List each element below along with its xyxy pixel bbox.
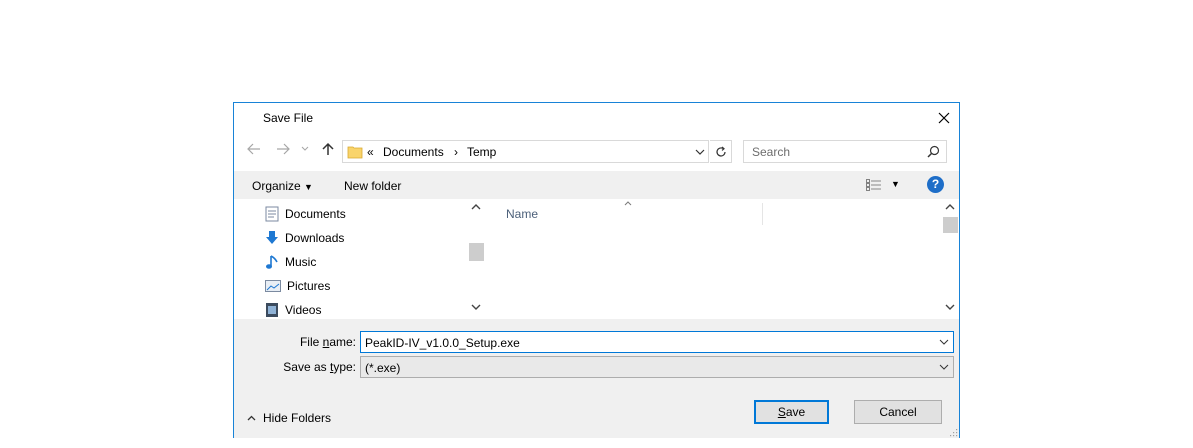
sidebar-item-pictures[interactable]: Pictures xyxy=(265,276,330,296)
command-toolbar: Organize ▼ New folder ▼ ? xyxy=(234,171,959,199)
scroll-down-icon[interactable] xyxy=(945,303,955,311)
recent-locations-button[interactable] xyxy=(300,140,310,158)
breadcrumb-temp[interactable]: Temp xyxy=(467,145,496,159)
refresh-button[interactable] xyxy=(710,140,732,163)
scroll-up-icon[interactable] xyxy=(945,203,955,211)
hide-folders-button[interactable]: Hide Folders xyxy=(247,411,331,425)
scroll-down-icon[interactable] xyxy=(471,303,481,311)
chevron-down-icon xyxy=(301,146,309,151)
breadcrumb-separator: › xyxy=(454,145,458,159)
save-form: File name: PeakID-IV_v1.0.0_Setup.exe Sa… xyxy=(234,319,959,438)
up-arrow-icon xyxy=(322,142,334,155)
file-list: Name xyxy=(485,199,959,319)
breadcrumb-documents[interactable]: Documents xyxy=(383,145,444,159)
chevron-down-icon[interactable] xyxy=(695,145,705,159)
column-header-name[interactable]: Name xyxy=(506,207,538,221)
save-file-dialog: Save File « Documents › Temp Search Orga… xyxy=(233,102,960,438)
file-list-scrollbar[interactable] xyxy=(942,199,959,319)
close-icon xyxy=(938,112,950,124)
back-arrow-icon xyxy=(247,143,260,155)
sidebar-item-documents[interactable]: Documents xyxy=(265,204,346,224)
forward-arrow-icon xyxy=(277,143,290,155)
sidebar-item-label: Videos xyxy=(285,303,322,317)
pictures-icon xyxy=(265,280,281,292)
chevron-down-icon[interactable] xyxy=(939,337,949,347)
scrollbar-thumb[interactable] xyxy=(469,243,484,261)
column-divider[interactable] xyxy=(762,203,763,225)
search-placeholder: Search xyxy=(752,145,791,159)
documents-icon xyxy=(265,206,279,222)
videos-icon xyxy=(266,303,278,317)
scrollbar-thumb[interactable] xyxy=(943,217,958,233)
save-button[interactable]: Save xyxy=(754,400,829,424)
back-button[interactable] xyxy=(246,140,262,158)
caret-down-icon: ▼ xyxy=(304,182,313,192)
close-button[interactable] xyxy=(929,103,959,133)
music-icon xyxy=(266,255,278,269)
filename-value: PeakID-IV_v1.0.0_Setup.exe xyxy=(365,336,520,350)
sidebar-item-label: Pictures xyxy=(287,279,331,293)
sidebar-item-label: Music xyxy=(285,255,317,269)
scroll-up-icon[interactable] xyxy=(471,203,481,211)
downloads-icon xyxy=(266,231,278,244)
resize-grip-icon[interactable] xyxy=(948,427,958,437)
new-folder-button[interactable]: New folder xyxy=(344,179,401,193)
search-icon xyxy=(927,145,940,158)
cancel-button[interactable]: Cancel xyxy=(854,400,942,424)
sidebar-item-videos[interactable]: Videos xyxy=(265,300,321,320)
sidebar-item-music[interactable]: Music xyxy=(265,252,316,272)
save-as-type-label: Save as type: xyxy=(283,360,356,374)
organize-button[interactable]: Organize ▼ xyxy=(252,179,313,193)
search-input[interactable]: Search xyxy=(743,140,947,163)
navigation-scrollbar[interactable] xyxy=(468,199,485,319)
sidebar-item-downloads[interactable]: Downloads xyxy=(265,228,344,248)
organize-label: Organize xyxy=(252,179,301,193)
save-as-type-value: (*.exe) xyxy=(365,361,401,375)
chevron-up-icon xyxy=(247,415,256,421)
filename-label: File name: xyxy=(299,335,356,349)
view-options-caret-icon[interactable]: ▼ xyxy=(891,179,900,189)
refresh-icon xyxy=(715,146,726,157)
navigation-pane: Documents Downloads Music Pictures Video… xyxy=(234,199,485,319)
address-bar[interactable]: « Documents › Temp xyxy=(342,140,709,163)
chevron-down-icon[interactable] xyxy=(939,362,949,372)
up-button[interactable] xyxy=(320,140,336,158)
forward-button[interactable] xyxy=(275,140,291,158)
sort-ascending-icon xyxy=(624,201,632,206)
view-details-icon[interactable] xyxy=(866,179,882,191)
save-as-type-select[interactable]: (*.exe) xyxy=(360,356,954,378)
title-bar: Save File xyxy=(234,103,959,133)
breadcrumb-overflow[interactable]: « xyxy=(367,145,374,159)
folder-icon xyxy=(347,146,363,159)
sidebar-item-label: Documents xyxy=(285,207,346,221)
dialog-title: Save File xyxy=(263,111,314,125)
help-icon[interactable]: ? xyxy=(927,176,944,193)
hide-folders-label: Hide Folders xyxy=(263,411,332,425)
filename-field[interactable]: PeakID-IV_v1.0.0_Setup.exe xyxy=(360,331,954,353)
sidebar-item-label: Downloads xyxy=(285,231,345,245)
